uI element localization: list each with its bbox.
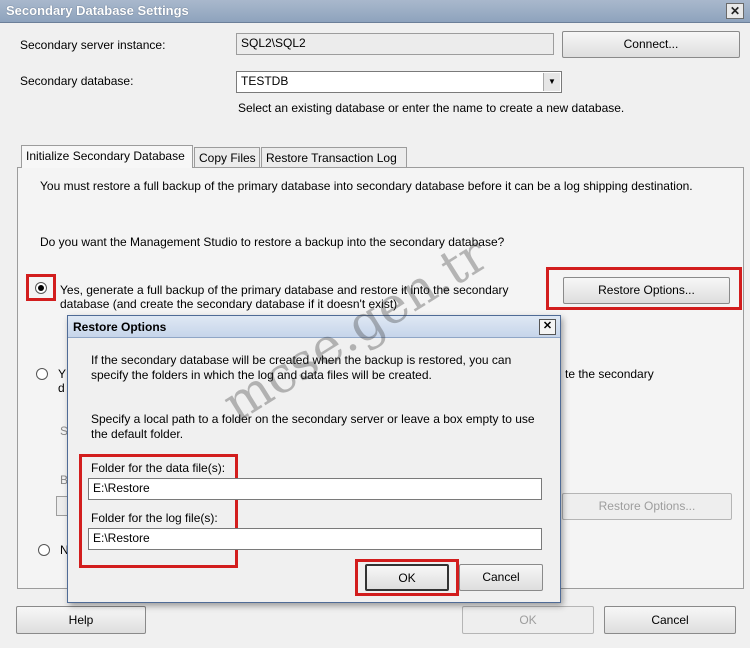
tab-initialize-secondary-database[interactable]: Initialize Secondary Database [21,145,193,168]
ok-button: OK [462,606,594,634]
secondary-database-combobox[interactable]: TESTDB ▼ [236,71,562,93]
secondary-database-label: Secondary database: [20,74,134,88]
option-restore-existing-partial: Y [58,367,67,381]
dialog-title: Restore Options [73,320,167,334]
restore-options-button[interactable]: Restore Options... [563,277,730,304]
dialog-ok-button[interactable]: OK [365,564,449,591]
data-folder-input[interactable]: E:\Restore [88,478,542,500]
close-icon[interactable]: ✕ [726,3,744,19]
tab-copy-files[interactable]: Copy Files [194,147,260,168]
server-instance-field: SQL2\SQL2 [236,33,554,55]
log-folder-input[interactable]: E:\Restore [88,528,542,550]
option-restore-existing-partial2: d [58,381,65,395]
tab-label: Initialize Secondary Database [26,149,185,163]
no-initialize-radio[interactable] [38,544,50,556]
dialog-description-2-line1: Specify a local path to a folder on the … [91,412,535,426]
title-bar: Secondary Database Settings ✕ [0,0,750,23]
secondary-database-value: TESTDB [241,74,289,88]
log-folder-label: Folder for the log file(s): [91,511,218,525]
generate-backup-radio[interactable] [35,282,47,294]
help-button[interactable]: Help [16,606,146,634]
cancel-button[interactable]: Cancel [604,606,736,634]
close-icon[interactable]: ✕ [539,319,556,335]
radio-selected-dot [38,285,44,291]
server-instance-label: Secondary server instance: [20,38,166,52]
restore-options-button-disabled: Restore Options... [562,493,732,520]
option-restore-existing-tail: te the secondary [565,367,654,381]
tab-label: Copy Files [199,151,256,165]
chevron-down-icon[interactable]: ▼ [543,73,560,91]
window-title: Secondary Database Settings [6,3,189,18]
database-hint: Select an existing database or enter the… [238,101,625,115]
dialog-description-2-line2: the default folder. [91,427,184,441]
dialog-cancel-button[interactable]: Cancel [459,564,543,591]
data-folder-label: Folder for the data file(s): [91,461,226,475]
init-intro-text: You must restore a full backup of the pr… [40,179,693,193]
connect-button[interactable]: Connect... [562,31,740,58]
tab-restore-transaction-log[interactable]: Restore Transaction Log [261,147,407,168]
tab-label: Restore Transaction Log [266,151,397,165]
restore-existing-backup-radio[interactable] [36,368,48,380]
